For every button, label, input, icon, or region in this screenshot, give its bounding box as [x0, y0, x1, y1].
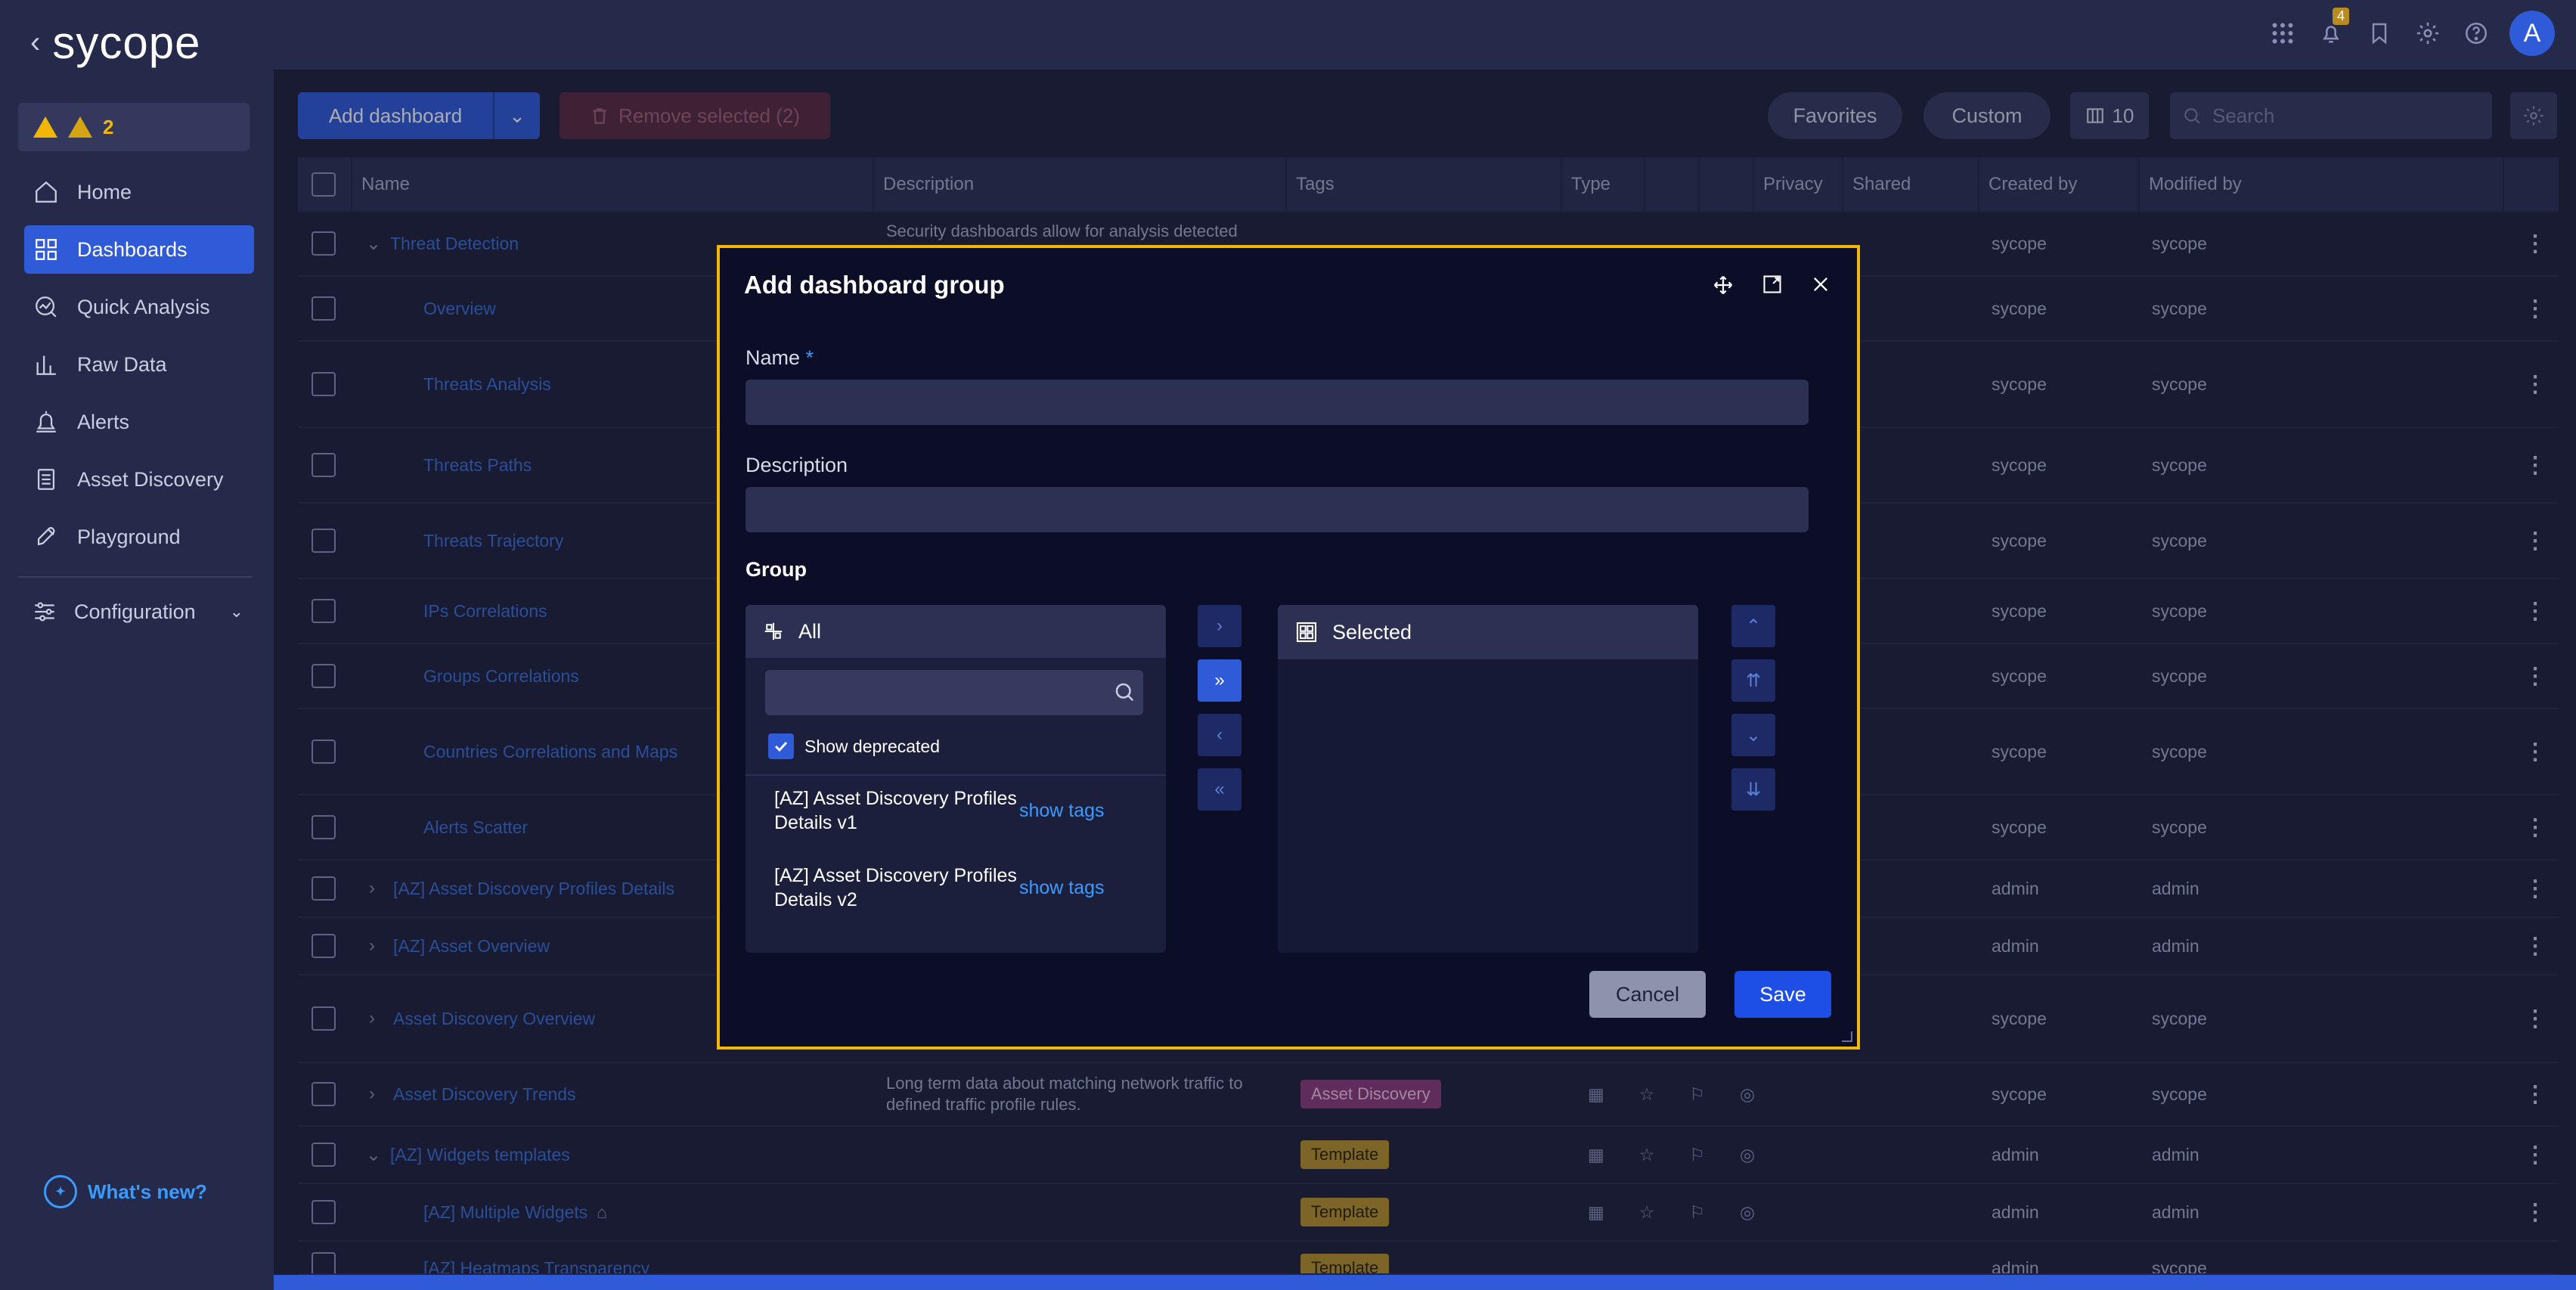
- alerts-warning-box[interactable]: 2: [18, 103, 250, 151]
- move-up-button[interactable]: ⌃: [1731, 605, 1775, 647]
- bookmark-icon[interactable]: [2364, 18, 2395, 48]
- search-icon: [1115, 683, 1134, 702]
- sidebar-item-raw-data[interactable]: Raw Data: [24, 340, 254, 389]
- list-item-name: [AZ] Asset Discovery Profiles Details v1: [774, 788, 1017, 833]
- list-item[interactable]: [AZ] Asset Discovery Profiles Details v2…: [774, 864, 1152, 912]
- logo-text: sycope: [52, 17, 201, 68]
- sidebar-item-asset-discovery[interactable]: Asset Discovery: [24, 455, 254, 504]
- expand-icon[interactable]: [1762, 274, 1783, 300]
- sidebar-item-label: Asset Discovery: [77, 467, 224, 491]
- description-field-label: Description: [746, 454, 848, 476]
- move-left-button[interactable]: ‹: [1198, 714, 1242, 756]
- logo[interactable]: ‹ sycope: [30, 17, 200, 69]
- available-list: All Show deprecated [AZ] Asset Discovery…: [746, 605, 1166, 953]
- settings-gear-icon[interactable]: [2413, 18, 2443, 48]
- move-down-button[interactable]: ⌄: [1731, 714, 1775, 756]
- move-bottom-button[interactable]: ⇊: [1731, 768, 1775, 811]
- sidebar-item-dashboards[interactable]: Dashboards: [24, 225, 254, 274]
- notifications-bell-icon[interactable]: 4: [2316, 8, 2349, 48]
- raw-data-icon: [32, 350, 60, 379]
- show-deprecated-checkbox[interactable]: Show deprecated: [768, 733, 940, 759]
- order-buttons: ⌃ ⇈ ⌄ ⇊: [1731, 605, 1775, 811]
- name-input[interactable]: [746, 380, 1809, 425]
- quick-analysis-icon: [32, 293, 60, 321]
- save-button[interactable]: Save: [1734, 971, 1831, 1018]
- available-list-header: All: [746, 605, 1166, 658]
- checkbox-checked-icon[interactable]: [768, 733, 794, 759]
- sidebar-item-playground[interactable]: Playground: [24, 513, 254, 561]
- selected-list: Selected: [1278, 605, 1698, 953]
- apps-grid-icon[interactable]: [2268, 18, 2298, 48]
- selected-items-icon: [1296, 622, 1317, 643]
- description-input[interactable]: [746, 487, 1809, 532]
- home-icon: [32, 178, 60, 206]
- show-tags-link[interactable]: show tags: [1019, 876, 1105, 900]
- name-field-label: Name *: [746, 346, 814, 369]
- chevron-down-icon: ⌄: [229, 602, 243, 621]
- list-divider: [746, 774, 1166, 776]
- sidebar-item-label: Raw Data: [77, 352, 167, 376]
- all-items-icon: [764, 622, 783, 640]
- sidebar-item-label: Playground: [77, 525, 181, 548]
- move-all-left-button[interactable]: «: [1198, 768, 1242, 811]
- required-mark: *: [805, 346, 814, 369]
- playground-icon: [32, 523, 60, 551]
- close-icon[interactable]: [1810, 274, 1831, 300]
- selected-label: Selected: [1332, 620, 1412, 643]
- selected-list-header: Selected: [1278, 605, 1698, 659]
- add-dashboard-group-dialog: Add dashboard group Name * Description G…: [717, 245, 1860, 1050]
- all-label: All: [798, 619, 822, 643]
- dialog-tools: [1712, 274, 1831, 300]
- sidebar-item-label: Home: [77, 180, 132, 203]
- group-label: Group: [746, 558, 807, 581]
- configuration-icon: [35, 602, 54, 622]
- configuration-label: Configuration: [74, 600, 196, 623]
- warning-icon: [33, 116, 57, 138]
- move-all-right-button[interactable]: »: [1198, 659, 1242, 702]
- main-nav: Home Dashboards Quick Analysis Raw Data …: [24, 168, 254, 570]
- bottom-bar: [274, 1275, 2576, 1290]
- sidebar-item-home[interactable]: Home: [24, 168, 254, 216]
- sidebar-item-label: Dashboards: [77, 237, 188, 261]
- whats-new-link[interactable]: ✦ What's new?: [44, 1175, 207, 1208]
- sidebar-item-configuration[interactable]: Configuration ⌄: [32, 599, 243, 625]
- cancel-button[interactable]: Cancel: [1589, 971, 1706, 1018]
- warning-outline-icon: [68, 116, 92, 138]
- help-icon[interactable]: [2461, 18, 2491, 48]
- show-deprecated-label: Show deprecated: [804, 736, 941, 756]
- sidebar-item-label: Quick Analysis: [77, 295, 210, 318]
- alerts-icon: [32, 408, 60, 436]
- avatar[interactable]: A: [2509, 11, 2555, 56]
- sidebar-item-alerts[interactable]: Alerts: [24, 398, 254, 446]
- alerts-count: 2: [103, 115, 114, 138]
- show-tags-link[interactable]: show tags: [1019, 798, 1105, 823]
- sidebar: ‹ sycope 2 Home Dashboards Quick Analysi…: [0, 0, 274, 1290]
- resize-handle[interactable]: [1842, 1031, 1852, 1042]
- asset-discovery-icon: [32, 465, 60, 494]
- new-badge-icon: ✦: [44, 1175, 77, 1208]
- sidebar-item-quick-analysis[interactable]: Quick Analysis: [24, 283, 254, 331]
- sidebar-item-label: Alerts: [77, 410, 130, 433]
- dashboards-icon: [32, 235, 60, 264]
- whats-new-label: What's new?: [88, 1180, 207, 1203]
- collapse-chevron-icon[interactable]: ‹: [30, 26, 40, 60]
- transfer-buttons: › » ‹ «: [1198, 605, 1242, 811]
- move-icon[interactable]: [1712, 274, 1734, 300]
- dialog-title: Add dashboard group: [744, 271, 1005, 299]
- top-bar: 4 A: [274, 0, 2576, 70]
- nav-divider: [18, 576, 253, 578]
- top-icons: 4 A: [2268, 8, 2555, 56]
- move-top-button[interactable]: ⇈: [1731, 659, 1775, 702]
- list-item-name: [AZ] Asset Discovery Profiles Details v2: [774, 865, 1017, 910]
- move-right-button[interactable]: ›: [1198, 605, 1242, 647]
- available-list-search-input[interactable]: [765, 670, 1143, 715]
- notifications-badge: 4: [2332, 8, 2349, 25]
- list-item[interactable]: [AZ] Asset Discovery Profiles Details v1…: [774, 786, 1152, 835]
